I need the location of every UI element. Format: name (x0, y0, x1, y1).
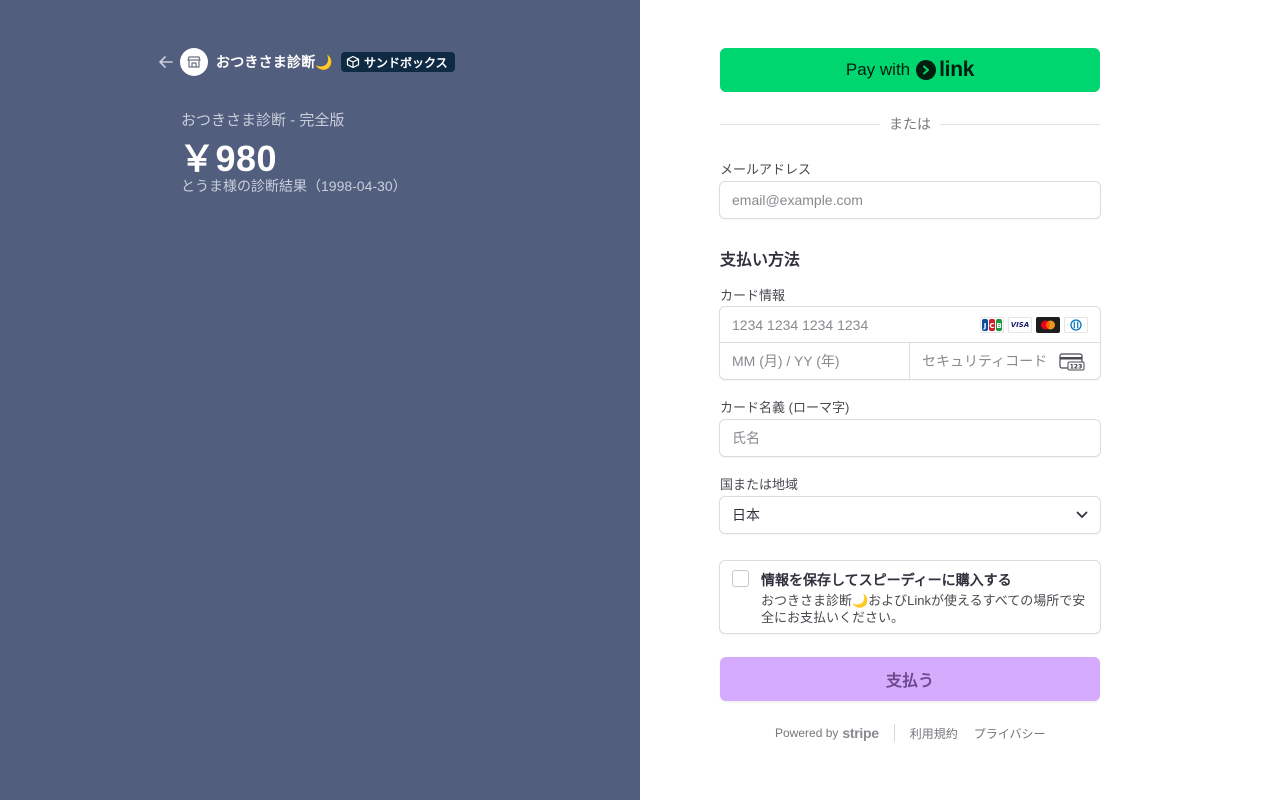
visa-icon: VISA (1008, 317, 1032, 333)
pay-with-label: Pay with (845, 60, 911, 79)
svg-text:B: B (996, 322, 1001, 330)
payment-form-panel: Pay with link または メールアドレス 支払い方法 カード情報 J … (640, 0, 1280, 800)
card-expiry-input[interactable] (720, 343, 910, 379)
sandbox-label: サンドボックス (364, 55, 448, 70)
pay-button[interactable]: 支払う (720, 657, 1100, 701)
footer-separator (893, 724, 895, 742)
country-select[interactable]: 日本 (719, 496, 1101, 534)
visa-text: VISA (1010, 321, 1030, 329)
sandbox-badge: サンドボックス (341, 52, 455, 72)
footer: Powered by stripe 利用規約 プライバシー (775, 724, 1045, 742)
or-divider: または (720, 114, 1100, 134)
svg-text:C: C (989, 322, 994, 330)
save-info-title: 情報を保存してスピーディーに購入する (761, 572, 1012, 588)
terms-link[interactable]: 利用規約 (910, 725, 958, 742)
sandbox-icon (346, 55, 360, 69)
email-label: メールアドレス (720, 162, 812, 177)
divider-line (940, 123, 1100, 125)
jcb-icon: J C B (980, 317, 1004, 333)
card-input-group: J C B VISA (719, 306, 1101, 380)
back-arrow-icon[interactable] (158, 54, 174, 70)
cardholder-name-field[interactable] (719, 419, 1101, 457)
powered-by-text: Powered by (775, 726, 839, 740)
svg-text:123: 123 (1070, 364, 1083, 371)
payment-method-title: 支払い方法 (720, 252, 801, 269)
cardholder-label: カード名義 (ローマ字) (720, 400, 850, 415)
card-info-label: カード情報 (720, 288, 786, 303)
link-wordmark: link (939, 58, 975, 81)
save-info-box: 情報を保存してスピーディーに購入する おつきさま診断🌙およびLinkが使えるすべ… (719, 560, 1101, 634)
diners-icon (1064, 317, 1088, 333)
mastercard-icon (1036, 317, 1060, 333)
product-price: ￥980 (179, 138, 278, 179)
svg-text:J: J (983, 322, 987, 330)
or-text: または (889, 116, 931, 132)
save-info-description: おつきさま診断🌙およびLinkが使えるすべての場所で安全にお支払いください。 (761, 593, 1086, 625)
product-description: とうま様の診断結果（1998-04-30） (181, 178, 407, 194)
pay-with-link-button[interactable]: Pay with link (720, 48, 1100, 92)
merchant-header: おつきさま診断🌙 サンドボックス (158, 48, 455, 76)
store-icon (180, 48, 208, 76)
country-label: 国または地域 (720, 477, 799, 492)
stripe-logo[interactable]: stripe (842, 725, 879, 741)
divider-line (720, 123, 880, 125)
merchant-name: おつきさま診断🌙 (216, 54, 334, 70)
product-name: おつきさま診断 - 完全版 (181, 112, 345, 129)
email-field[interactable] (719, 181, 1101, 219)
cvc-card-icon: 123 (1059, 353, 1085, 376)
save-info-checkbox[interactable] (732, 570, 749, 587)
chevron-down-icon (1076, 511, 1088, 519)
privacy-link[interactable]: プライバシー (974, 725, 1046, 742)
card-brand-icons: J C B VISA (980, 317, 1088, 333)
country-value: 日本 (732, 507, 760, 523)
order-summary-panel: おつきさま診断🌙 サンドボックス おつきさま診断 - 完全版 ￥980 とうま様… (0, 0, 640, 800)
link-chevron-icon (916, 60, 937, 80)
